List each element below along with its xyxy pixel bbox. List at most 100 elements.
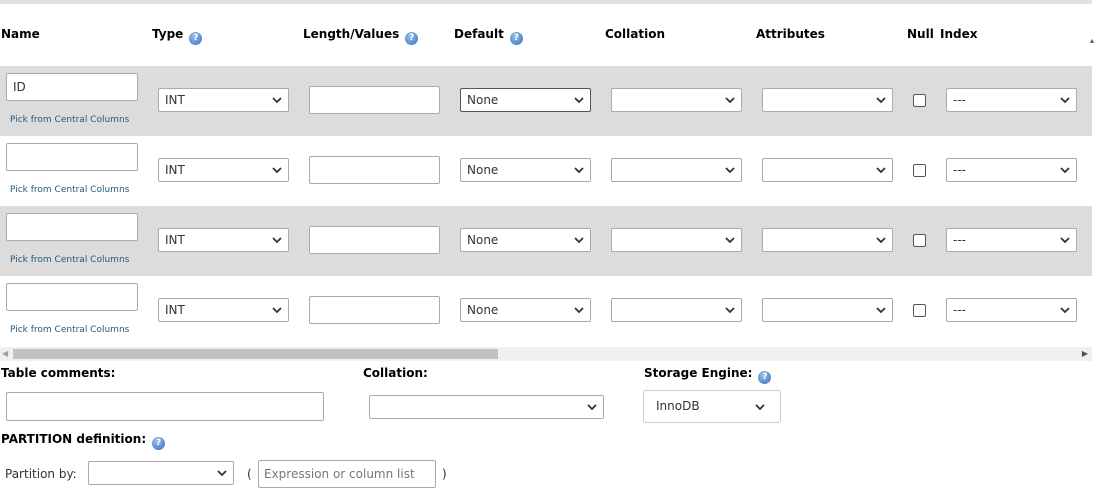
chevron-down-icon	[725, 167, 735, 174]
null-checkbox[interactable]	[913, 94, 926, 107]
type-select[interactable]: INT	[158, 298, 289, 322]
type-value: INT	[165, 93, 185, 107]
chevron-down-icon	[725, 237, 735, 244]
storage-engine-select[interactable]: InnoDB	[643, 390, 781, 423]
header-default: Default?	[454, 27, 523, 45]
index-select[interactable]: ---	[946, 88, 1077, 112]
chevron-down-icon	[574, 167, 584, 174]
table-comments-label: Table comments:	[1, 366, 116, 380]
default-value: None	[467, 163, 499, 177]
attributes-select[interactable]	[762, 158, 893, 182]
index-value: ---	[953, 163, 966, 177]
chevron-down-icon	[1060, 237, 1070, 244]
header-attributes-label: Attributes	[756, 27, 825, 41]
index-select[interactable]: ---	[946, 298, 1077, 322]
table-row: Pick from Central Columns INT None ---	[0, 276, 1092, 346]
collation-select[interactable]	[611, 298, 742, 322]
null-checkbox[interactable]	[913, 234, 926, 247]
default-select[interactable]: None	[460, 158, 591, 182]
default-select[interactable]: None	[460, 298, 591, 322]
partition-by-select[interactable]	[88, 461, 234, 485]
default-value: None	[467, 303, 499, 317]
default-value: None	[467, 233, 499, 247]
null-checkbox[interactable]	[913, 304, 926, 317]
length-values-input[interactable]	[309, 226, 440, 254]
table-comments-input[interactable]	[6, 392, 324, 421]
header-name: Name	[1, 27, 40, 41]
open-paren: (	[247, 467, 252, 481]
column-name-input[interactable]	[6, 213, 138, 241]
pick-central-columns-link[interactable]: Pick from Central Columns	[10, 115, 129, 125]
length-values-input[interactable]	[309, 86, 440, 114]
length-values-input[interactable]	[309, 296, 440, 324]
pick-central-columns-link[interactable]: Pick from Central Columns	[10, 255, 129, 265]
attributes-select[interactable]	[762, 88, 893, 112]
scroll-right-icon[interactable]: ▶	[1082, 349, 1088, 358]
chevron-down-icon	[876, 237, 886, 244]
chevron-down-icon	[725, 307, 735, 314]
pick-central-columns-link[interactable]: Pick from Central Columns	[10, 185, 129, 195]
scroll-left-icon[interactable]: ◀	[2, 349, 8, 358]
header-collation: Collation	[605, 27, 665, 41]
chevron-down-icon	[574, 307, 584, 314]
chevron-down-icon	[1060, 307, 1070, 314]
close-paren: )	[442, 467, 447, 481]
header-length-values: Length/Values?	[303, 27, 419, 45]
partition-expression-input[interactable]: Expression or column list	[258, 460, 436, 488]
chevron-down-icon	[1060, 167, 1070, 174]
header-index-label: Index	[940, 27, 978, 41]
chevron-down-icon	[574, 97, 584, 104]
index-select[interactable]: ---	[946, 228, 1077, 252]
storage-engine-value: InnoDB	[656, 399, 700, 413]
header-type-label: Type	[152, 27, 184, 41]
chevron-down-icon	[876, 307, 886, 314]
top-border	[0, 0, 1092, 4]
help-icon[interactable]: ?	[405, 32, 419, 45]
column-name-input[interactable]: ID	[6, 73, 138, 101]
help-icon[interactable]: ?	[509, 32, 523, 45]
attributes-select[interactable]	[762, 228, 893, 252]
scroll-thumb[interactable]	[13, 349, 498, 359]
default-select[interactable]: None	[460, 228, 591, 252]
overflow-mark: ▴	[1090, 36, 1095, 45]
type-value: INT	[165, 233, 185, 247]
chevron-down-icon	[217, 470, 227, 477]
chevron-down-icon	[587, 404, 597, 411]
help-icon[interactable]: ?	[152, 437, 166, 450]
header-null-label: Null	[907, 27, 934, 41]
column-name-input[interactable]	[6, 143, 138, 171]
collation-select[interactable]	[611, 158, 742, 182]
index-value: ---	[953, 233, 966, 247]
horizontal-scrollbar[interactable]: ◀ ▶	[0, 347, 1092, 361]
type-select[interactable]: INT	[158, 228, 289, 252]
chevron-down-icon	[876, 97, 886, 104]
collation-select[interactable]	[611, 88, 742, 112]
type-select[interactable]: INT	[158, 158, 289, 182]
index-select[interactable]: ---	[946, 158, 1077, 182]
header-type: Type?	[152, 27, 203, 45]
header-length-label: Length/Values	[303, 27, 400, 41]
storage-engine-label: Storage Engine:?	[644, 366, 772, 384]
index-value: ---	[953, 303, 966, 317]
help-icon[interactable]: ?	[189, 32, 203, 45]
chevron-down-icon	[574, 237, 584, 244]
partition-by-label: Partition by:	[5, 467, 77, 481]
chevron-down-icon	[1060, 97, 1070, 104]
length-values-input[interactable]	[309, 156, 440, 184]
table-collation-select[interactable]	[369, 395, 604, 419]
partition-title-text: PARTITION definition:	[1, 432, 147, 446]
default-select[interactable]: None	[460, 88, 591, 112]
chevron-down-icon	[272, 237, 282, 244]
pick-central-columns-link[interactable]: Pick from Central Columns	[10, 325, 129, 335]
table-collation-label: Collation:	[363, 366, 428, 380]
collation-select[interactable]	[611, 228, 742, 252]
chevron-down-icon	[876, 167, 886, 174]
attributes-select[interactable]	[762, 298, 893, 322]
header-default-label: Default	[454, 27, 504, 41]
null-checkbox[interactable]	[913, 164, 926, 177]
type-select[interactable]: INT	[158, 88, 289, 112]
column-name-input[interactable]	[6, 283, 138, 311]
storage-engine-label-text: Storage Engine:	[644, 366, 753, 380]
help-icon[interactable]: ?	[758, 371, 772, 384]
chevron-down-icon	[725, 97, 735, 104]
